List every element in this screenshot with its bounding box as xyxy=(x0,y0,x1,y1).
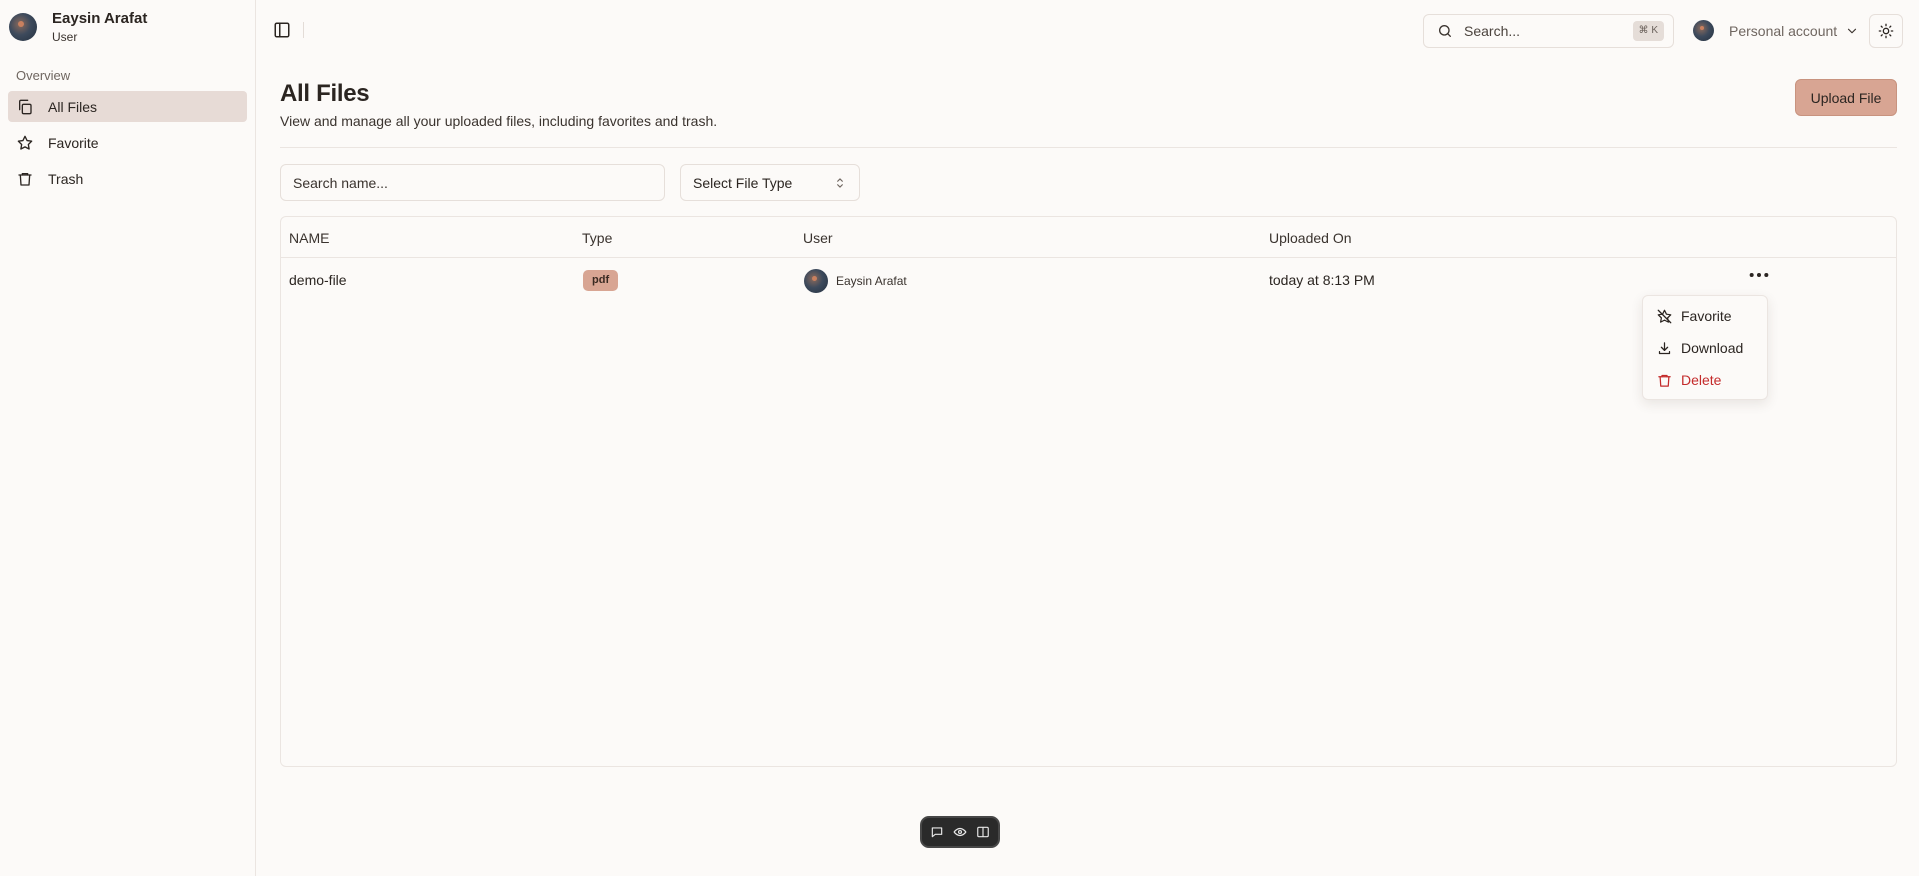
file-type-select[interactable]: Select File Type xyxy=(680,164,860,201)
column-header-user: User xyxy=(803,230,833,246)
download-icon xyxy=(1657,341,1672,356)
sidebar-item-label: Trash xyxy=(48,170,84,187)
upload-file-button[interactable]: Upload File xyxy=(1795,79,1897,116)
sidebar-toggle-icon[interactable] xyxy=(273,21,291,39)
sidebar-item-all-files[interactable]: All Files xyxy=(8,91,247,122)
chevron-down-icon xyxy=(1845,24,1859,38)
trash-icon xyxy=(1657,373,1672,388)
sidebar-item-label: All Files xyxy=(48,98,98,115)
theme-toggle-button[interactable] xyxy=(1869,14,1903,48)
column-header-name: NAME xyxy=(289,230,330,246)
shortcut-badge: ⌘ K xyxy=(1632,21,1664,41)
files-icon xyxy=(17,99,33,115)
menu-item-label: Favorite xyxy=(1681,308,1732,324)
page-title: All Files xyxy=(280,80,370,107)
sidebar-nav: All Files Favorite Trash xyxy=(8,91,247,199)
menu-item-download[interactable]: Download xyxy=(1647,332,1763,364)
avatar xyxy=(1693,20,1714,41)
file-uploaded-on: today at 8:13 PM xyxy=(1269,272,1375,288)
name-search-input[interactable]: Search name... xyxy=(280,164,665,201)
search-icon xyxy=(1437,23,1453,39)
avatar xyxy=(9,13,37,42)
row-actions-menu: Favorite Download Delete xyxy=(1642,295,1768,400)
eye-icon[interactable] xyxy=(953,825,967,839)
columns-icon[interactable] xyxy=(976,825,990,839)
menu-item-favorite[interactable]: Favorite xyxy=(1647,300,1763,332)
comment-icon[interactable] xyxy=(930,825,944,839)
sidebar-item-favorite[interactable]: Favorite xyxy=(8,127,247,158)
account-switcher[interactable]: Personal account xyxy=(1693,20,1859,41)
account-label: Personal account xyxy=(1729,22,1838,39)
user-profile[interactable]: Eaysin Arafat User xyxy=(9,10,147,44)
column-header-uploaded: Uploaded On xyxy=(1269,230,1352,246)
chevrons-up-down-icon xyxy=(833,176,847,190)
floating-toolbar xyxy=(920,816,1000,848)
name-search-placeholder: Search name... xyxy=(293,174,388,191)
user-role: User xyxy=(52,30,78,44)
topbar-divider xyxy=(303,22,304,38)
file-owner-name: Eaysin Arafat xyxy=(836,274,907,288)
column-header-type: Type xyxy=(582,230,613,246)
sidebar: Eaysin Arafat User Overview All Files Fa… xyxy=(0,0,256,876)
menu-item-label: Delete xyxy=(1681,372,1722,388)
user-name: Eaysin Arafat xyxy=(52,10,148,27)
file-owner: Eaysin Arafat xyxy=(804,269,907,293)
file-name: demo-file xyxy=(289,272,347,288)
search-placeholder: Search... xyxy=(1464,23,1521,39)
menu-item-delete[interactable]: Delete xyxy=(1647,364,1763,396)
star-off-icon xyxy=(1657,309,1672,324)
header-divider xyxy=(280,147,1897,148)
avatar xyxy=(804,269,828,293)
page-subtitle: View and manage all your uploaded files,… xyxy=(280,113,718,129)
sidebar-item-label: Favorite xyxy=(48,134,99,151)
star-icon xyxy=(17,135,33,151)
table-header: NAME Type User Uploaded On xyxy=(281,217,1896,258)
row-actions-button[interactable] xyxy=(1746,266,1772,284)
trash-icon xyxy=(17,171,33,187)
sidebar-item-trash[interactable]: Trash xyxy=(8,163,247,194)
sun-icon xyxy=(1878,23,1894,39)
file-type-badge: pdf xyxy=(583,270,619,291)
file-type-select-label: Select File Type xyxy=(693,174,793,191)
menu-item-label: Download xyxy=(1681,340,1744,356)
global-search[interactable]: Search... ⌘ K xyxy=(1423,14,1674,48)
sidebar-section-label: Overview xyxy=(16,68,71,83)
more-horizontal-icon xyxy=(1748,271,1770,279)
